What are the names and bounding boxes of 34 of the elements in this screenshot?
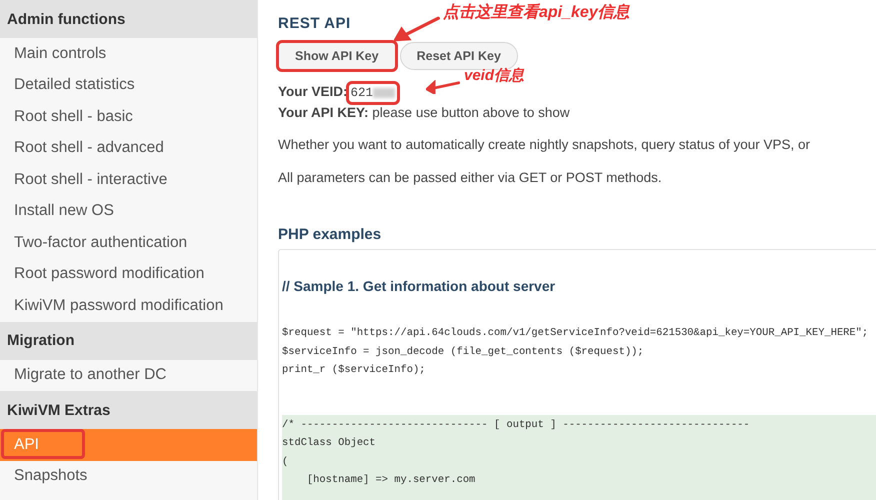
veid-value: 621 [348,83,398,103]
sidebar-item[interactable]: Snapshots [0,460,257,492]
api-key-value: please use button above to show [372,105,570,120]
description-text: All parameters can be passed either via GET or POST methods. [278,170,662,185]
sidebar-item[interactable]: Root shell - interactive [0,164,257,196]
code-line: $serviceInfo = json_decode (file_get_contents ($request)); [282,344,645,360]
sidebar-section-header: KiwiVM Extras [0,391,257,429]
examples-heading: PHP examples [278,226,382,243]
code-line: $request = "https://api.64clouds.com/v1/getServiceInfo?veid=621530&api_key=YOUR_API_KEY_HERE"; [282,326,870,341]
sidebar-item[interactable]: Root shell - basic [0,101,257,132]
code-heading: // Sample 1. Get information about server [282,278,556,294]
sidebar-item[interactable]: KiwiVM password modification [0,290,257,322]
sidebar-item[interactable]: Main controls [0,38,257,70]
veid-label: Your VEID: [278,84,348,99]
sidebar-item[interactable]: Migrate to another DC [0,360,257,391]
sidebar-item[interactable]: Detailed statistics [0,70,257,101]
api-key-label: Your API KEY: [278,105,369,120]
callout-arrow [426,80,460,94]
sidebar-item[interactable]: Install new OS [0,196,257,227]
description-text: Whether you want to automatically create nightly snapshots, query status of your VPS, or [278,137,810,152]
code-line: [hostname] => my.server.com [306,473,476,488]
sidebar-section-header: Admin functions [0,0,257,38]
sidebar-section-header: Migration [0,322,257,360]
api-key-button[interactable]: Show API Key [278,42,396,70]
sidebar-item[interactable]: Two-factor authentication [0,227,257,258]
sidebar-item[interactable]: Root shell - advanced [0,132,257,164]
code-line: ( [282,454,290,470]
sidebar-item[interactable]: Root password modification [0,258,257,290]
code-line: stdClass Object [282,436,377,451]
code-line: /* ------------------------------ [ output ] ------------------------------ [282,418,751,432]
callout-arrow [394,16,440,42]
callout-text: 点击这里查看api_key信息 [443,2,630,23]
code-line: print_r ($serviceInfo); [282,363,426,378]
section-title: REST API [278,15,351,34]
